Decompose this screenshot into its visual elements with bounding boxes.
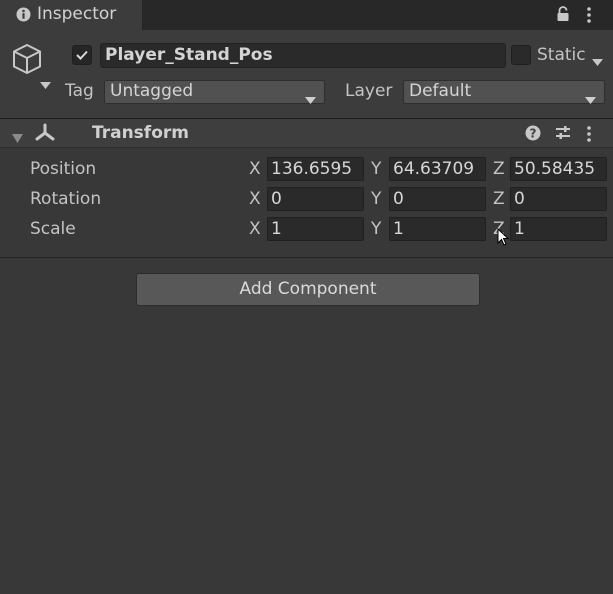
tab-inspector[interactable]: Inspector xyxy=(0,0,143,30)
axis-z-label[interactable]: Z xyxy=(493,159,505,179)
gameobject-cube-icon[interactable] xyxy=(12,43,42,80)
position-z-field[interactable]: 50.58435 xyxy=(510,157,607,181)
menu-icon[interactable] xyxy=(586,6,592,29)
layer-label: Layer xyxy=(345,81,393,101)
scale-y-field[interactable]: 1 xyxy=(389,217,486,241)
scale-z-field[interactable]: 1 xyxy=(510,217,607,241)
add-component-button[interactable]: Add Component xyxy=(136,273,480,306)
cursor-icon xyxy=(497,227,510,251)
axis-x-label[interactable]: X xyxy=(249,219,261,239)
static-checkbox[interactable] xyxy=(511,45,531,65)
svg-text:?: ? xyxy=(530,127,537,141)
info-icon xyxy=(16,7,31,27)
rotation-z-field[interactable]: 0 xyxy=(510,187,607,211)
axis-y-label[interactable]: Y xyxy=(371,219,381,239)
gameobject-header: Player_Stand_Pos Static Tag Untagged Lay… xyxy=(0,30,613,118)
tag-label: Tag xyxy=(65,81,94,101)
axis-x-label[interactable]: X xyxy=(249,159,261,179)
axis-y-label[interactable]: Y xyxy=(371,159,381,179)
chevron-down-icon[interactable] xyxy=(40,74,51,94)
transform-axes-icon xyxy=(34,123,56,148)
chevron-down-icon xyxy=(585,89,596,110)
position-x-field[interactable]: 136.6595 xyxy=(267,157,364,181)
tag-value: Untagged xyxy=(110,81,194,101)
menu-icon[interactable] xyxy=(586,125,592,148)
check-icon xyxy=(76,50,88,60)
layer-value: Default xyxy=(409,81,472,101)
axis-z-label[interactable]: Z xyxy=(493,189,505,209)
active-checkbox[interactable] xyxy=(72,45,92,65)
scale-label: Scale xyxy=(30,219,76,239)
divider xyxy=(0,257,613,258)
static-label: Static xyxy=(537,45,586,65)
tag-dropdown[interactable]: Untagged xyxy=(104,80,325,104)
rotation-y-field[interactable]: 0 xyxy=(389,187,486,211)
position-y-field[interactable]: 64.63709 xyxy=(389,157,486,181)
chevron-down-icon xyxy=(305,89,316,110)
rotation-x-field[interactable]: 0 xyxy=(267,187,364,211)
name-field[interactable]: Player_Stand_Pos xyxy=(100,43,506,68)
axis-x-label[interactable]: X xyxy=(249,189,261,209)
axis-y-label[interactable]: Y xyxy=(371,189,381,209)
position-label: Position xyxy=(30,159,97,179)
layer-dropdown[interactable]: Default xyxy=(403,80,605,104)
chevron-down-icon[interactable] xyxy=(592,51,603,71)
lock-icon[interactable] xyxy=(556,6,570,27)
help-icon[interactable]: ? xyxy=(525,125,541,146)
rotation-label: Rotation xyxy=(30,189,102,209)
foldout-arrow-icon[interactable] xyxy=(12,128,23,148)
tab-title: Inspector xyxy=(37,4,117,24)
scale-x-field[interactable]: 1 xyxy=(267,217,364,241)
divider xyxy=(0,147,613,148)
tab-bar: Inspector xyxy=(0,0,613,30)
component-title: Transform xyxy=(92,123,189,143)
preset-icon[interactable] xyxy=(555,125,571,146)
transform-header[interactable]: Transform ? xyxy=(0,119,613,147)
